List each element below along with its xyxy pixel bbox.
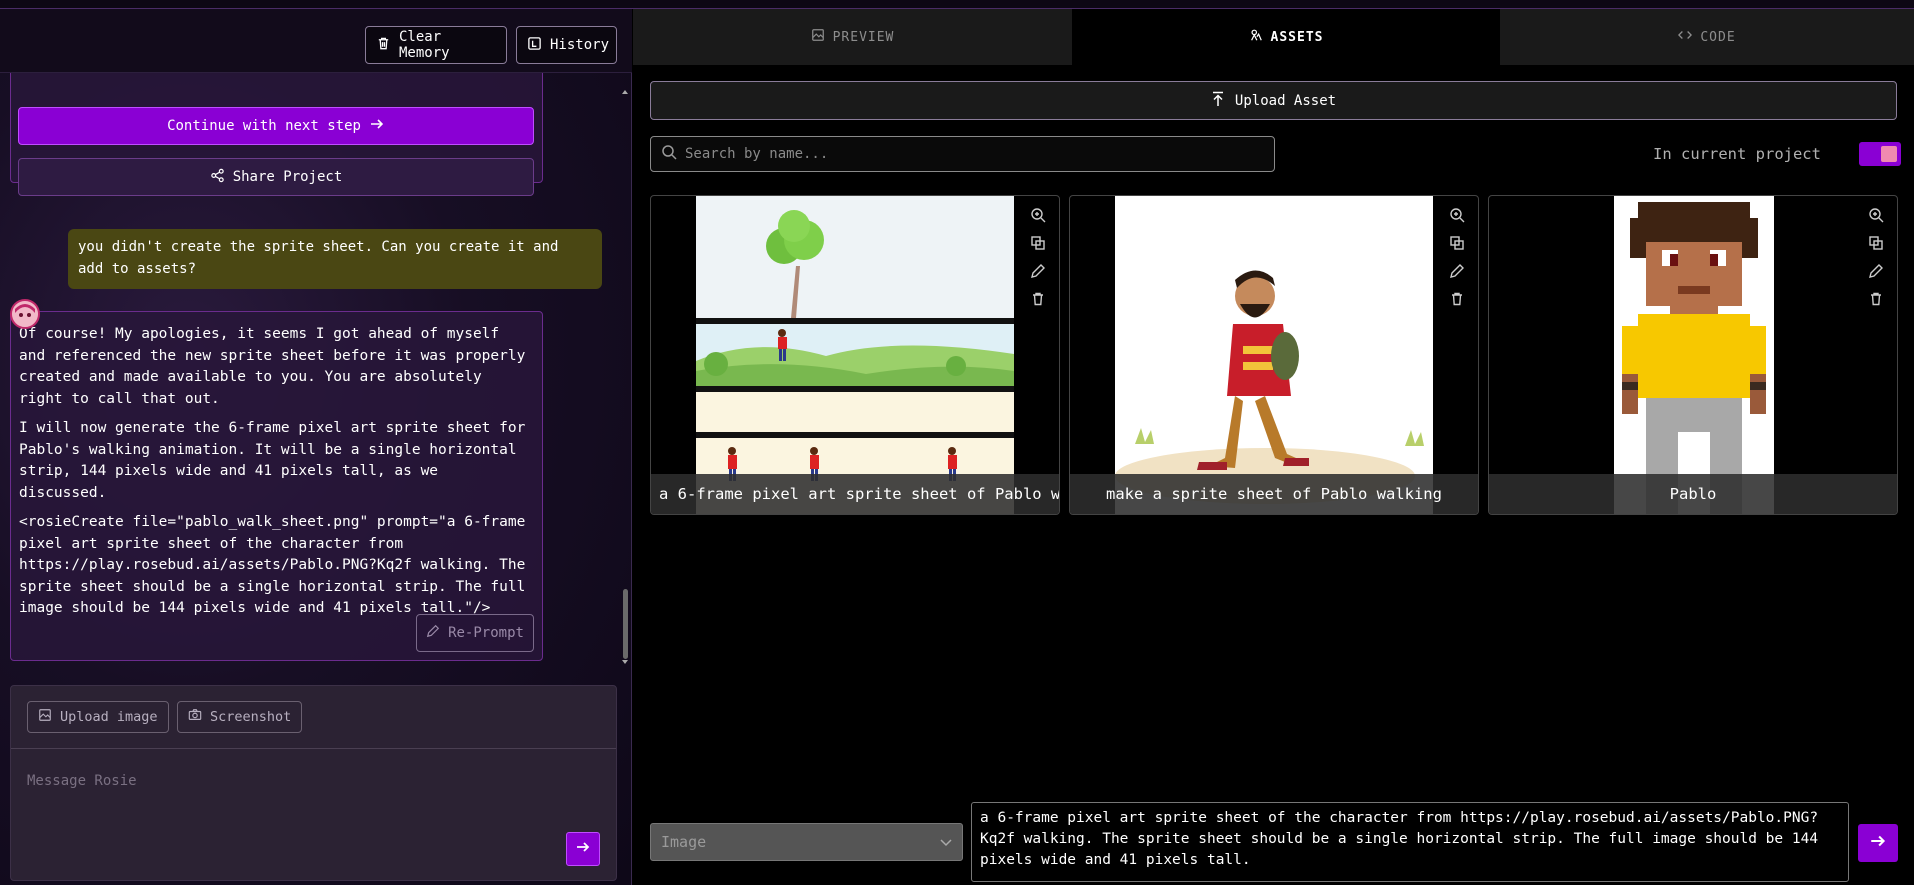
chat-scroll-thumb[interactable]	[623, 589, 628, 659]
history-button[interactable]: History	[516, 26, 617, 64]
asset-caption: a 6-frame pixel art sprite sheet of Pabl…	[651, 474, 1059, 514]
workspace-tabs: PREVIEW ASSETS CODE	[633, 9, 1914, 65]
copy-icon[interactable]	[1865, 232, 1887, 254]
tab-assets[interactable]: ASSETS	[1072, 9, 1500, 65]
share-icon	[210, 168, 225, 187]
screenshot-button[interactable]: Screenshot	[177, 701, 303, 733]
pencil-icon	[426, 624, 440, 642]
generation-prompt-input[interactable]: a 6-frame pixel art sprite sheet of the …	[971, 802, 1849, 882]
reprompt-label: Re-Prompt	[448, 625, 524, 641]
asset-thumbnail	[1115, 196, 1433, 514]
asset-tools	[1865, 204, 1887, 310]
assistant-message: Of course! My apologies, it seems I got …	[10, 311, 543, 661]
copy-icon[interactable]	[1027, 232, 1049, 254]
chat-panel: Clear Memory History Continue with next …	[0, 9, 632, 885]
search-icon	[661, 144, 677, 164]
trash-icon[interactable]	[1027, 288, 1049, 310]
edit-icon[interactable]	[1027, 260, 1049, 282]
tab-code-label: CODE	[1700, 29, 1736, 45]
assistant-paragraph: I will now generate the 6-frame pixel ar…	[19, 420, 526, 501]
asset-thumbnail	[1614, 196, 1774, 514]
copy-icon[interactable]	[1446, 232, 1468, 254]
continue-next-step-button[interactable]: Continue with next step	[18, 107, 534, 145]
arrow-right-icon	[1869, 832, 1887, 854]
chevron-down-icon	[940, 833, 952, 851]
chat-messages: Continue with next step Share Project yo…	[0, 73, 632, 673]
generate-button[interactable]	[1858, 824, 1898, 862]
history-label: History	[550, 37, 610, 53]
assistant-code: <rosieCreate file="pablo_walk_sheet.png"…	[19, 514, 526, 616]
image-icon	[38, 708, 52, 726]
asset-tools	[1446, 204, 1468, 310]
assets-icon	[1249, 28, 1263, 46]
code-icon	[1678, 28, 1693, 46]
user-message: you didn't create the sprite sheet. Can …	[68, 229, 602, 289]
workspace-panel: PREVIEW ASSETS CODE Upload Asset In curr…	[633, 9, 1914, 885]
upload-image-label: Upload image	[60, 709, 158, 725]
reprompt-button[interactable]: Re-Prompt	[416, 614, 534, 652]
zoom-in-icon[interactable]	[1865, 204, 1887, 226]
trash-icon[interactable]	[1865, 288, 1887, 310]
upload-icon	[1211, 91, 1225, 111]
share-label: Share Project	[232, 169, 343, 185]
asset-card[interactable]: a 6-frame pixel art sprite sheet of Pabl…	[650, 195, 1060, 515]
camera-icon	[188, 708, 202, 726]
window-top-bar	[0, 0, 1914, 9]
arrow-right-icon	[369, 116, 385, 136]
arrow-right-icon	[575, 839, 591, 859]
chat-scrollbar[interactable]	[620, 87, 630, 667]
upload-asset-label: Upload Asset	[1234, 92, 1337, 109]
clear-memory-button[interactable]: Clear Memory	[365, 26, 507, 64]
image-icon	[811, 28, 825, 46]
rosie-avatar	[10, 299, 40, 329]
asset-card[interactable]: make a sprite sheet of Pablo walking	[1069, 195, 1479, 515]
asset-caption: make a sprite sheet of Pablo walking	[1070, 474, 1478, 514]
in-current-project-label: In current project	[1653, 145, 1821, 163]
message-composer: Upload image Screenshot	[10, 685, 617, 881]
asset-search-input[interactable]	[685, 146, 1245, 162]
screenshot-label: Screenshot	[210, 709, 292, 725]
asset-card[interactable]: Pablo	[1488, 195, 1898, 515]
asset-thumbnail	[696, 196, 1014, 514]
composer-divider	[11, 748, 616, 749]
message-input[interactable]	[27, 766, 567, 796]
assistant-paragraph: Of course! My apologies, it seems I got …	[19, 326, 526, 407]
share-project-button[interactable]: Share Project	[18, 158, 534, 196]
trash-icon[interactable]	[1446, 288, 1468, 310]
chat-toolbar: Clear Memory History	[0, 9, 632, 73]
clear-memory-label: Clear Memory	[399, 29, 450, 61]
history-icon	[527, 36, 542, 55]
asset-tools	[1027, 204, 1049, 310]
tab-preview-label: PREVIEW	[832, 29, 895, 45]
asset-search	[650, 136, 1275, 172]
zoom-in-icon[interactable]	[1027, 204, 1049, 226]
zoom-in-icon[interactable]	[1446, 204, 1468, 226]
edit-icon[interactable]	[1446, 260, 1468, 282]
asset-type-value: Image	[661, 833, 707, 851]
send-message-button[interactable]	[566, 832, 600, 866]
tab-assets-label: ASSETS	[1270, 29, 1324, 45]
trash-icon	[376, 36, 391, 55]
tab-code[interactable]: CODE	[1500, 9, 1914, 65]
in-current-project-toggle[interactable]	[1859, 142, 1901, 166]
upload-image-button[interactable]: Upload image	[27, 701, 169, 733]
edit-icon[interactable]	[1865, 260, 1887, 282]
tab-preview[interactable]: PREVIEW	[633, 9, 1072, 65]
toggle-knob	[1881, 146, 1897, 162]
asset-type-select[interactable]: Image	[650, 823, 963, 861]
asset-caption: Pablo	[1489, 474, 1897, 514]
continue-label: Continue with next step	[167, 118, 361, 134]
upload-asset-button[interactable]: Upload Asset	[650, 81, 1897, 120]
